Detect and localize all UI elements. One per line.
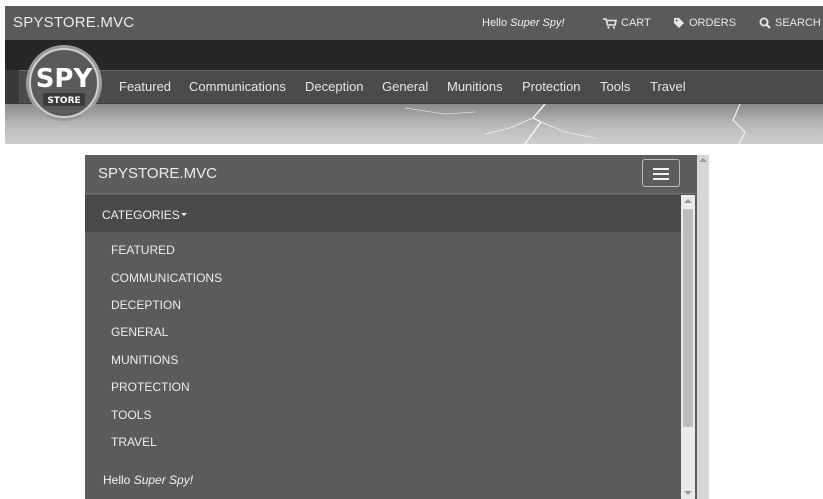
hamburger-menu-icon	[653, 178, 669, 180]
category-protection[interactable]: PROTECTION	[111, 380, 190, 394]
category-tools[interactable]: TOOLS	[111, 408, 151, 422]
nav-item-deception[interactable]: Deception	[305, 79, 364, 94]
cart-icon	[603, 17, 617, 29]
category-featured[interactable]: FEATURED	[111, 243, 175, 257]
top-bar: SPYSTORE.MVC Hello Super Spy! CART ORDER…	[5, 6, 823, 40]
logo-spy-text: SPY	[36, 64, 94, 94]
header-band	[5, 40, 823, 70]
category-deception[interactable]: DECEPTION	[111, 298, 181, 312]
hamburger-menu-icon	[653, 173, 669, 175]
desktop-view: SPYSTORE.MVC Hello Super Spy! CART ORDER…	[5, 6, 823, 144]
greeting-user-name: Super Spy!	[510, 17, 565, 29]
category-general[interactable]: GENERAL	[111, 325, 168, 339]
hamburger-menu-button[interactable]	[642, 159, 680, 187]
mobile-brand-link[interactable]: SPYSTORE.MVC	[98, 165, 217, 182]
category-munitions[interactable]: MUNITIONS	[111, 353, 178, 367]
greeting-prefix: Hello	[482, 17, 511, 29]
search-label: SEARCH	[775, 17, 821, 29]
logo-store-text: STORE	[47, 96, 80, 106]
brand-link[interactable]: SPYSTORE.MVC	[13, 14, 134, 31]
lightning-graphic	[404, 103, 746, 144]
nav-item-travel[interactable]: Travel	[650, 79, 686, 94]
search-icon	[759, 17, 771, 29]
hamburger-menu-icon	[653, 168, 669, 170]
cart-label: CART	[621, 17, 651, 29]
mobile-header: SPYSTORE.MVC	[85, 155, 697, 194]
orders-link[interactable]: ORDERS	[673, 17, 736, 29]
nav-item-general[interactable]: General	[382, 79, 428, 94]
mobile-greeting-link[interactable]: Hello Super Spy!	[103, 473, 193, 487]
category-travel[interactable]: TRAVEL	[111, 435, 157, 449]
tag-icon	[674, 18, 684, 28]
categories-dropdown-toggle[interactable]: CATEGORIES	[85, 195, 681, 232]
category-communications[interactable]: COMMUNICATIONS	[111, 271, 222, 285]
mobile-greeting-prefix: Hello	[103, 473, 134, 487]
nav-item-tools[interactable]: Tools	[600, 79, 630, 94]
nav-item-communications[interactable]: Communications	[189, 79, 286, 94]
nav-item-munitions[interactable]: Munitions	[447, 79, 503, 94]
spystore-logo[interactable]: SPY STORE	[25, 44, 103, 122]
mobile-view: SPYSTORE.MVC CATEGORIES FEATURED COMMUNI…	[85, 155, 697, 499]
cart-link[interactable]: CART	[603, 17, 651, 29]
outer-scrollbar[interactable]	[697, 155, 709, 499]
caret-down-icon	[181, 213, 187, 216]
category-nav: Featured Communications Deception Genera…	[19, 70, 823, 103]
nav-item-featured[interactable]: Featured	[119, 79, 171, 94]
hero-banner	[5, 103, 823, 144]
scroll-down-icon[interactable]	[684, 491, 692, 495]
scrollbar-thumb[interactable]	[683, 209, 693, 427]
mobile-greeting-user-name: Super Spy!	[133, 473, 194, 487]
greeting-link[interactable]: Hello Super Spy!	[482, 17, 565, 29]
search-link[interactable]: SEARCH	[759, 17, 821, 29]
orders-label: ORDERS	[689, 17, 737, 29]
outer-scroll-up-icon[interactable]	[699, 158, 707, 162]
scroll-up-icon[interactable]	[684, 199, 692, 203]
inner-scrollbar[interactable]	[681, 195, 695, 499]
nav-item-protection[interactable]: Protection	[522, 79, 581, 94]
categories-label: CATEGORIES	[102, 208, 180, 222]
